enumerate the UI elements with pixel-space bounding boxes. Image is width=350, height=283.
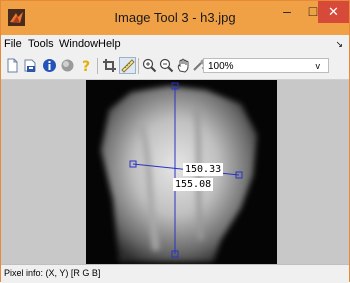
toolbar-separator	[97, 58, 98, 74]
measure-distance-icon[interactable]	[119, 57, 136, 74]
pan-icon[interactable]	[176, 58, 191, 73]
minimize-button[interactable]: –	[273, 1, 301, 23]
save-icon[interactable]	[23, 58, 38, 73]
help-icon[interactable]: ?	[79, 58, 94, 73]
new-figure-icon[interactable]	[5, 58, 20, 73]
title-bar[interactable]: Image Tool 3 - h3.jpg – □ ✕	[1, 1, 349, 35]
status-bar: Pixel info: (X, Y) [R G B]	[1, 264, 349, 283]
zoom-level-dropdown[interactable]: 100% v	[203, 58, 329, 73]
image-canvas[interactable]: 150.33 155.08	[1, 80, 349, 264]
zoom-in-icon[interactable]	[142, 58, 157, 73]
zoom-value: 100%	[208, 61, 234, 72]
chevron-down-icon[interactable]: v	[316, 59, 321, 74]
image-tool-window: Image Tool 3 - h3.jpg – □ ✕ File Tools W…	[0, 0, 350, 283]
menu-tools[interactable]: Tools	[28, 38, 54, 50]
distance-label-horizontal: 150.33	[183, 163, 224, 176]
info-icon[interactable]	[42, 58, 57, 73]
close-button[interactable]: ✕	[318, 1, 349, 23]
color-info-icon[interactable]	[60, 58, 75, 73]
menu-window[interactable]: Window	[59, 38, 98, 50]
menu-bar: File Tools Window Help ↘	[1, 35, 349, 53]
menu-help[interactable]: Help	[98, 38, 121, 50]
crop-icon[interactable]	[102, 58, 117, 73]
dock-arrow-icon[interactable]: ↘	[335, 39, 343, 50]
pixel-info-text: Pixel info: (X, Y) [R G B]	[4, 268, 101, 278]
zoom-out-icon[interactable]	[159, 58, 174, 73]
svg-text:?: ?	[82, 59, 90, 73]
distance-measurement-overlay[interactable]	[1, 80, 349, 264]
distance-label-vertical: 155.08	[173, 178, 214, 191]
menu-file[interactable]: File	[4, 38, 22, 50]
toolbar: ? 100% v	[1, 53, 349, 80]
toolbar-separator	[138, 58, 139, 74]
